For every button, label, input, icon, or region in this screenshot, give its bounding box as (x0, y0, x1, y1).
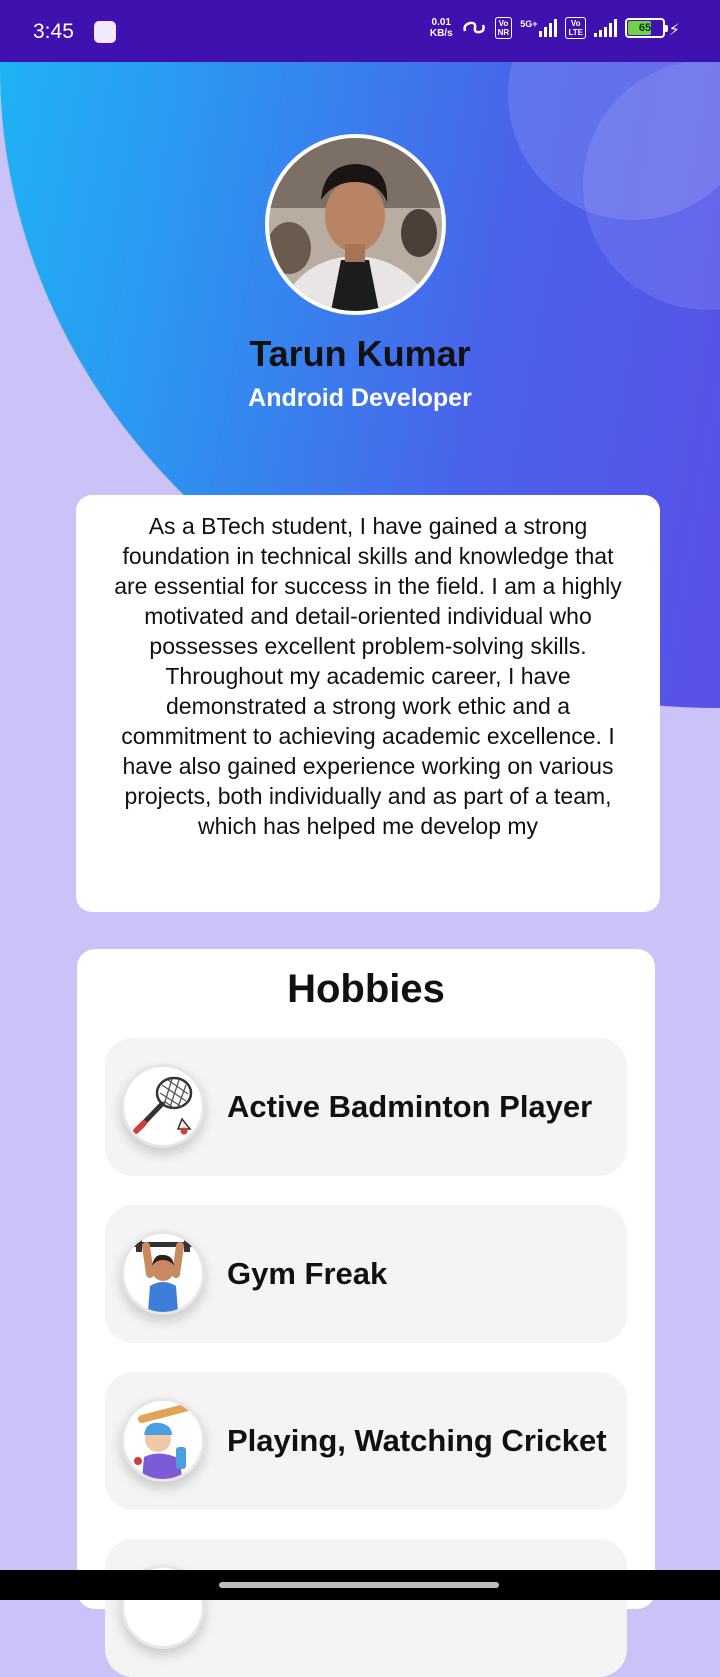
hobby-label: Active Badminton Player (227, 1089, 593, 1124)
signal-bars-1-icon (539, 19, 558, 37)
charging-icon: ⚡ (668, 22, 680, 39)
volte-badge: Vo LTE (565, 17, 586, 39)
hobby-item[interactable] (105, 1539, 627, 1677)
hobby-label: Playing, Watching Cricket (227, 1423, 607, 1458)
profile-avatar[interactable] (265, 134, 446, 315)
signal-5g: 5G+ (520, 19, 558, 37)
hobby-label: Gym Freak (227, 1256, 388, 1291)
vonr-badge: Vo NR (494, 17, 513, 39)
profile-name: Tarun Kumar (249, 333, 471, 374)
status-time: 3:45 (33, 20, 74, 43)
cricket-icon (121, 1398, 205, 1482)
badminton-icon (121, 1064, 205, 1148)
status-bar: 3:45 0.01 KB/s Vo NR 5G+ Vo LTE 65 ⚡ (0, 0, 720, 62)
hotspot-icon (462, 21, 485, 34)
network-speed: 0.01 KB/s (429, 17, 453, 39)
battery-icon: 65 (625, 18, 668, 38)
gesture-handle[interactable] (219, 1582, 499, 1588)
profile-photo-icon (269, 138, 442, 311)
hobby-item[interactable]: Gym Freak (105, 1205, 627, 1343)
signal-bars-2-icon (594, 19, 617, 37)
about-card[interactable]: As a BTech student, I have gained a stro… (76, 495, 660, 912)
app-notification-icon (94, 21, 116, 43)
navigation-bar (0, 1570, 720, 1600)
hobby-item[interactable]: Playing, Watching Cricket (105, 1372, 627, 1510)
hobbies-title: Hobbies (287, 967, 445, 1011)
gym-icon (121, 1231, 205, 1315)
profile-role: Android Developer (248, 384, 472, 412)
about-text: As a BTech student, I have gained a stro… (114, 513, 622, 839)
status-icons: 0.01 KB/s Vo NR 5G+ Vo LTE 65 (430, 17, 668, 39)
hobbies-card[interactable]: Hobbies Active Badminton Player Gym Frea… (77, 949, 655, 1677)
hobby-item[interactable]: Active Badminton Player (105, 1038, 627, 1176)
